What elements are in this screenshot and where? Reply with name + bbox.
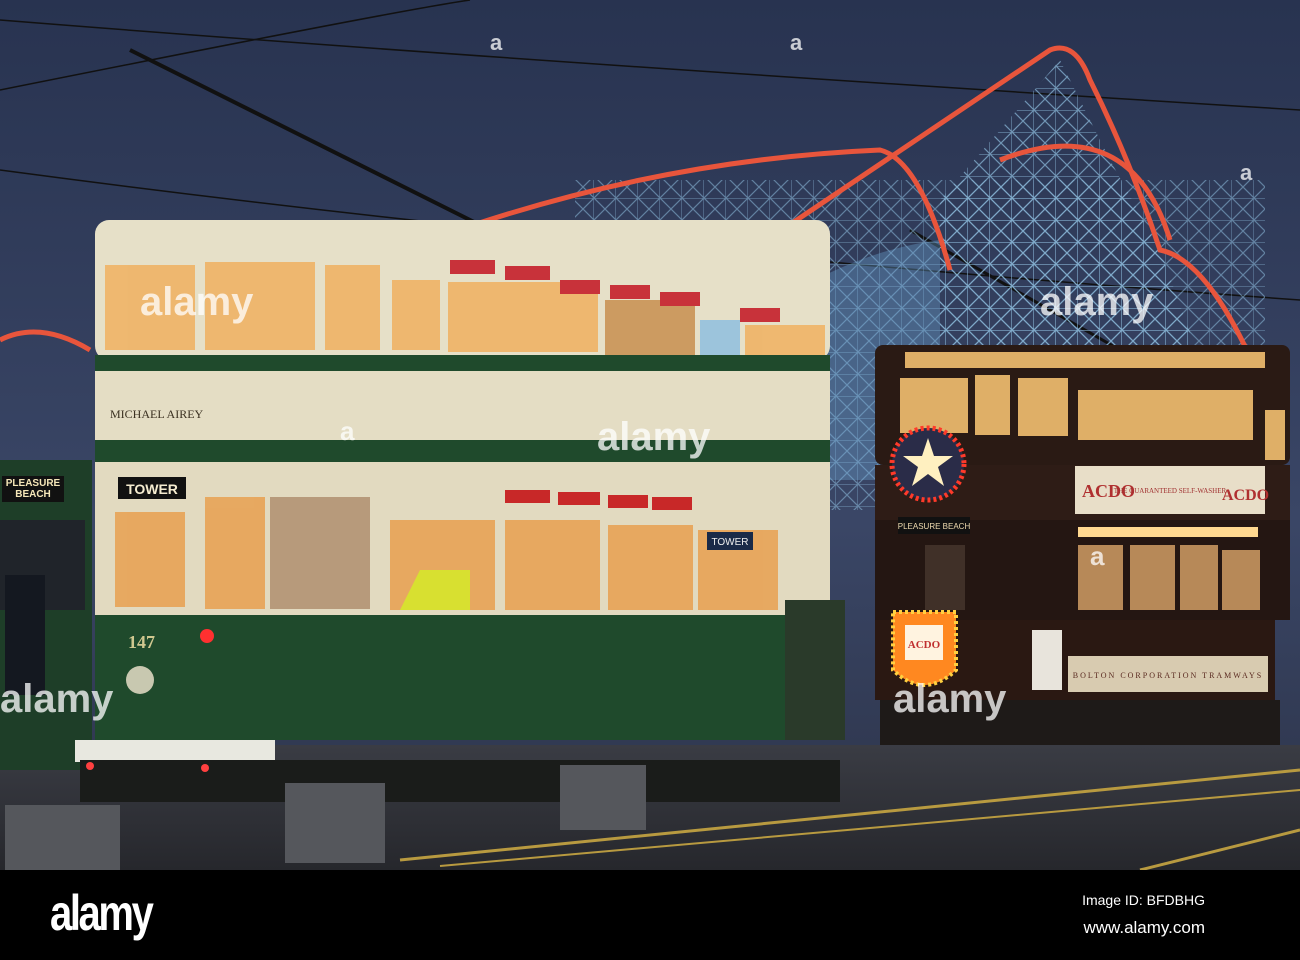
alamy-logo: alamy <box>50 885 154 941</box>
tram-fleet-number: 147 <box>128 632 155 652</box>
stock-photo-page: MICHAEL AIREY TOWER TOWER 147 ACDO THE G… <box>0 0 1300 960</box>
watermark-mark: a <box>1240 160 1253 185</box>
watermark-mark: a <box>340 416 355 446</box>
shield-acdo-text: ACDO <box>908 639 941 651</box>
watermark-mark: a <box>490 30 503 55</box>
tram-147-side-sign: TOWER <box>711 537 748 548</box>
far-left-destination-sign: PLEASURE BEACH <box>2 476 64 502</box>
tram-night-photo: MICHAEL AIREY TOWER TOWER 147 ACDO THE G… <box>0 0 1300 870</box>
watermark-text: alamy <box>140 280 254 324</box>
tram-name-michael-airey: MICHAEL AIREY <box>110 407 204 421</box>
ad-acdo-right: ACDO <box>1222 487 1269 504</box>
website-link[interactable]: www.alamy.com <box>1083 918 1205 938</box>
watermark-text: alamy <box>597 415 711 459</box>
footer-bar: alamy Image ID: BFDBHG www.alamy.com <box>0 870 1300 960</box>
tram-147-destination-sign: TOWER <box>126 481 178 497</box>
bolton-destination-sign: PLEASURE BEACH <box>898 522 971 531</box>
far-left-tram <box>0 460 92 770</box>
image-id: Image ID: BFDBHG <box>1082 892 1205 908</box>
watermark-text: alamy <box>1040 280 1154 324</box>
ad-slogan: THE GUARANTEED SELF-WASHER <box>1114 487 1227 495</box>
bolton-operator-text: BOLTON CORPORATION TRAMWAYS <box>1073 671 1263 680</box>
watermark-text: alamy <box>0 677 114 721</box>
watermark-mark: a <box>790 30 803 55</box>
watermark-text: alamy <box>893 677 1007 721</box>
watermark-mark: a <box>1090 541 1105 571</box>
